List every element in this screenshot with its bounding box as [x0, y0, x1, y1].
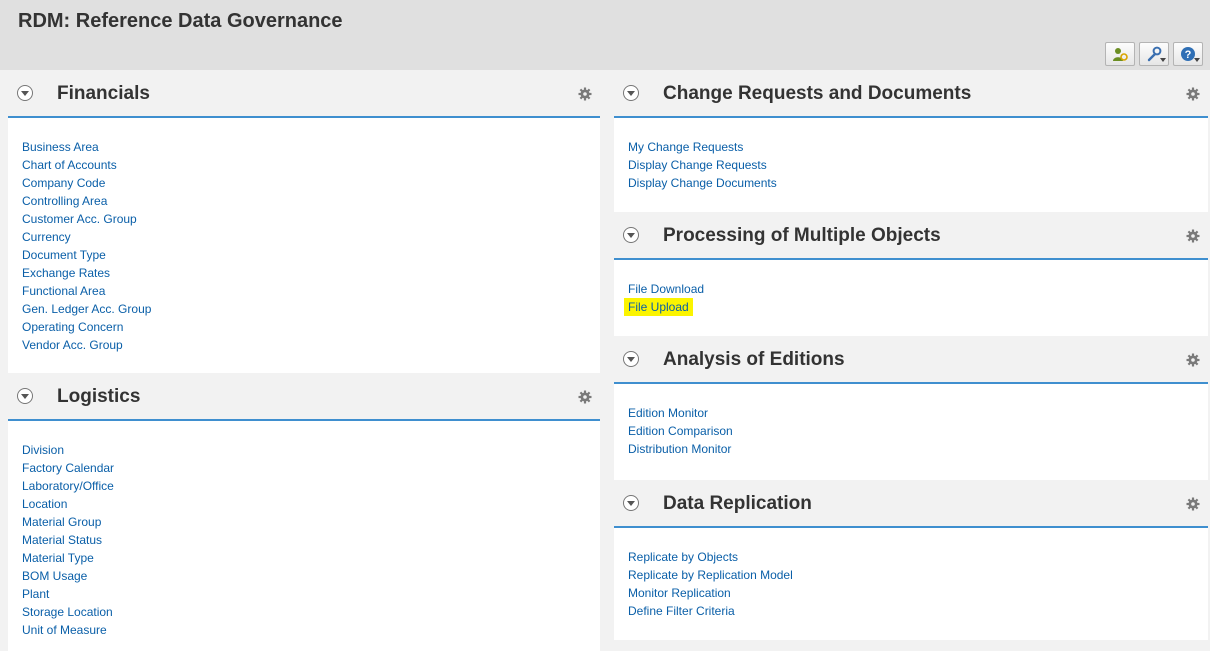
panel-header: Change Requests and Documents [614, 70, 1208, 118]
link-material-group[interactable]: Material Group [22, 513, 586, 531]
link-exchange-rates[interactable]: Exchange Rates [22, 264, 586, 282]
page-title: RDM: Reference Data Governance [18, 10, 343, 32]
help-button[interactable]: ? [1173, 42, 1203, 66]
collapse-toggle-icon[interactable] [623, 351, 639, 367]
panel-title: Analysis of Editions [663, 349, 845, 370]
link-controlling-area[interactable]: Controlling Area [22, 192, 586, 210]
link-laboratory-office[interactable]: Laboratory/Office [22, 477, 586, 495]
panel-header: Analysis of Editions [614, 336, 1208, 384]
panel-body: Division Factory Calendar Laboratory/Off… [8, 421, 600, 651]
gear-icon[interactable] [578, 390, 592, 404]
gear-icon[interactable] [578, 87, 592, 101]
panel-editions: Analysis of Editions Edition Monitor Edi… [614, 336, 1208, 480]
link-distribution-monitor[interactable]: Distribution Monitor [628, 440, 1194, 458]
link-customer-acc-group[interactable]: Customer Acc. Group [22, 210, 586, 228]
link-edition-comparison[interactable]: Edition Comparison [628, 422, 1194, 440]
collapse-toggle-icon[interactable] [623, 495, 639, 511]
link-material-status[interactable]: Material Status [22, 531, 586, 549]
link-document-type[interactable]: Document Type [22, 246, 586, 264]
panel-title: Change Requests and Documents [663, 83, 972, 104]
collapse-toggle-icon[interactable] [623, 227, 639, 243]
panel-header: Data Replication [614, 480, 1208, 528]
link-storage-location[interactable]: Storage Location [22, 603, 586, 621]
link-file-upload[interactable]: File Upload [624, 298, 693, 316]
person-settings-icon [1113, 48, 1128, 61]
link-monitor-replication[interactable]: Monitor Replication [628, 584, 1194, 602]
link-display-change-documents[interactable]: Display Change Documents [628, 174, 1194, 192]
link-functional-area[interactable]: Functional Area [22, 282, 586, 300]
panel-header: Processing of Multiple Objects [614, 212, 1208, 260]
gear-icon[interactable] [1186, 87, 1200, 101]
panel-body: My Change Requests Display Change Reques… [614, 118, 1208, 212]
link-location[interactable]: Location [22, 495, 586, 513]
link-gen-ledger-acc-group[interactable]: Gen. Ledger Acc. Group [22, 300, 586, 318]
link-chart-of-accounts[interactable]: Chart of Accounts [22, 156, 586, 174]
link-my-change-requests[interactable]: My Change Requests [628, 138, 1194, 156]
link-file-download[interactable]: File Download [628, 280, 1194, 298]
app-header: RDM: Reference Data Governance ? [0, 0, 1210, 70]
panel-title: Data Replication [663, 493, 812, 514]
panel-change-requests: Change Requests and Documents My Change … [614, 70, 1208, 212]
link-display-change-requests[interactable]: Display Change Requests [628, 156, 1194, 174]
toolbar: ? [1105, 42, 1203, 66]
link-currency[interactable]: Currency [22, 228, 586, 246]
gear-icon[interactable] [1186, 229, 1200, 243]
collapse-toggle-icon[interactable] [17, 85, 33, 101]
link-vendor-acc-group[interactable]: Vendor Acc. Group [22, 336, 586, 354]
link-plant[interactable]: Plant [22, 585, 586, 603]
panel-body: Edition Monitor Edition Comparison Distr… [614, 384, 1208, 480]
collapse-toggle-icon[interactable] [17, 388, 33, 404]
panel-body: Business Area Chart of Accounts Company … [8, 118, 600, 373]
panel-title: Processing of Multiple Objects [663, 225, 941, 246]
link-material-type[interactable]: Material Type [22, 549, 586, 567]
svg-text:?: ? [1185, 49, 1192, 61]
personalize-button[interactable] [1105, 42, 1135, 66]
panel-header: Logistics [8, 373, 600, 421]
link-bom-usage[interactable]: BOM Usage [22, 567, 586, 585]
panel-logistics: Logistics Division Factory Calendar Labo… [8, 373, 600, 651]
chevron-down-icon [1194, 58, 1200, 62]
link-division[interactable]: Division [22, 441, 586, 459]
panel-title: Logistics [57, 386, 141, 407]
link-company-code[interactable]: Company Code [22, 174, 586, 192]
link-define-filter-criteria[interactable]: Define Filter Criteria [628, 602, 1194, 620]
link-business-area[interactable]: Business Area [22, 138, 586, 156]
link-replicate-by-objects[interactable]: Replicate by Objects [628, 548, 1194, 566]
gear-icon[interactable] [1186, 353, 1200, 367]
link-replicate-by-replication-model[interactable]: Replicate by Replication Model [628, 566, 1194, 584]
panel-header: Financials [8, 70, 600, 118]
panel-title: Financials [57, 83, 150, 104]
link-edition-monitor[interactable]: Edition Monitor [628, 404, 1194, 422]
link-unit-of-measure[interactable]: Unit of Measure [22, 621, 586, 639]
panel-body: Replicate by Objects Replicate by Replic… [614, 528, 1208, 640]
panel-body: File Download File Upload [614, 260, 1208, 336]
panel-multiple-objects: Processing of Multiple Objects File Down… [614, 212, 1208, 336]
panel-replication: Data Replication Replicate by Objects Re… [614, 480, 1208, 640]
chevron-down-icon [1160, 58, 1166, 62]
collapse-toggle-icon[interactable] [623, 85, 639, 101]
settings-button[interactable] [1139, 42, 1169, 66]
link-factory-calendar[interactable]: Factory Calendar [22, 459, 586, 477]
panel-financials: Financials Business Area Chart of Accoun… [8, 70, 600, 373]
link-operating-concern[interactable]: Operating Concern [22, 318, 586, 336]
gear-icon[interactable] [1186, 497, 1200, 511]
right-column: Change Requests and Documents My Change … [614, 70, 1208, 640]
left-column: Financials Business Area Chart of Accoun… [8, 70, 600, 651]
